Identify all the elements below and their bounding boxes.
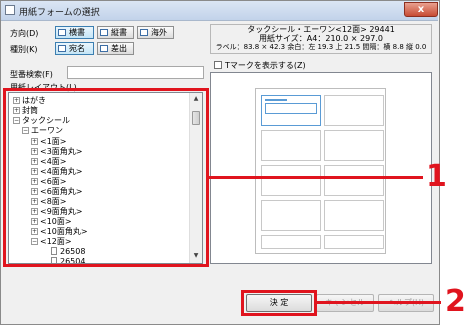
orientation-label: 方向(D) bbox=[10, 29, 39, 38]
close-button[interactable]: x bbox=[404, 2, 438, 17]
orientation-overseas-button[interactable]: 海外 bbox=[137, 26, 174, 39]
overseas-icon bbox=[140, 29, 148, 36]
preview-label-highlighted bbox=[261, 95, 321, 126]
preview-label bbox=[324, 165, 384, 196]
preview-sheet bbox=[255, 88, 386, 254]
orientation-yoko-label: 横書 bbox=[69, 28, 85, 37]
type-sender-button[interactable]: 差出 bbox=[97, 42, 134, 55]
type-address-button[interactable]: 宛名 bbox=[55, 42, 94, 55]
app-icon bbox=[5, 5, 15, 15]
window-title: 用紙フォームの選択 bbox=[19, 8, 100, 18]
callout-line-2 bbox=[317, 301, 441, 304]
preview-label bbox=[261, 200, 321, 231]
preview-label bbox=[261, 235, 321, 249]
info-line-1: タックシール・エーワン<12面> 29441 bbox=[247, 25, 395, 34]
callout-number-1: 1 bbox=[426, 159, 447, 194]
label-info-panel: タックシール・エーワン<12面> 29441 用紙サイズ：A4：210.0 × … bbox=[210, 24, 432, 54]
model-search-input[interactable] bbox=[67, 66, 204, 79]
info-line-2: 用紙サイズ：A4：210.0 × 297.0 bbox=[259, 34, 383, 43]
sender-icon bbox=[100, 45, 108, 52]
tmark-checkbox[interactable] bbox=[214, 61, 222, 69]
info-line-3: ラベル：83.8 × 42.3 余白：左 19.3 上 21.5 間隔：横 8.… bbox=[215, 43, 427, 51]
title-bar[interactable]: 用紙フォームの選択 x bbox=[1, 1, 438, 21]
preview-label bbox=[324, 95, 384, 126]
type-sender-label: 差出 bbox=[111, 44, 127, 53]
address-icon bbox=[58, 45, 66, 52]
preview-address-line bbox=[265, 99, 287, 101]
vertical-icon bbox=[100, 29, 108, 36]
tmark-label: Tマークを表示する(Z) bbox=[225, 61, 306, 70]
orientation-tate-label: 縦書 bbox=[111, 28, 127, 37]
orientation-tate-button[interactable]: 縦書 bbox=[97, 26, 134, 39]
preview-label bbox=[324, 235, 384, 249]
tree-callout-box bbox=[3, 88, 209, 267]
preview-label bbox=[324, 200, 384, 231]
preview-label bbox=[324, 130, 384, 161]
orientation-overseas-label: 海外 bbox=[151, 28, 167, 37]
model-search-label: 型番検索(F) bbox=[10, 70, 53, 79]
ok-callout-box bbox=[241, 290, 317, 316]
preview-address-box bbox=[265, 103, 317, 114]
callout-number-2: 2 bbox=[445, 284, 466, 319]
type-address-label: 宛名 bbox=[69, 44, 85, 53]
callout-line-1 bbox=[209, 176, 423, 179]
type-label: 種別(K) bbox=[10, 45, 38, 54]
horizontal-icon bbox=[58, 29, 66, 36]
orientation-yoko-button[interactable]: 横書 bbox=[55, 26, 94, 39]
preview-label bbox=[261, 130, 321, 161]
preview-label bbox=[261, 165, 321, 196]
